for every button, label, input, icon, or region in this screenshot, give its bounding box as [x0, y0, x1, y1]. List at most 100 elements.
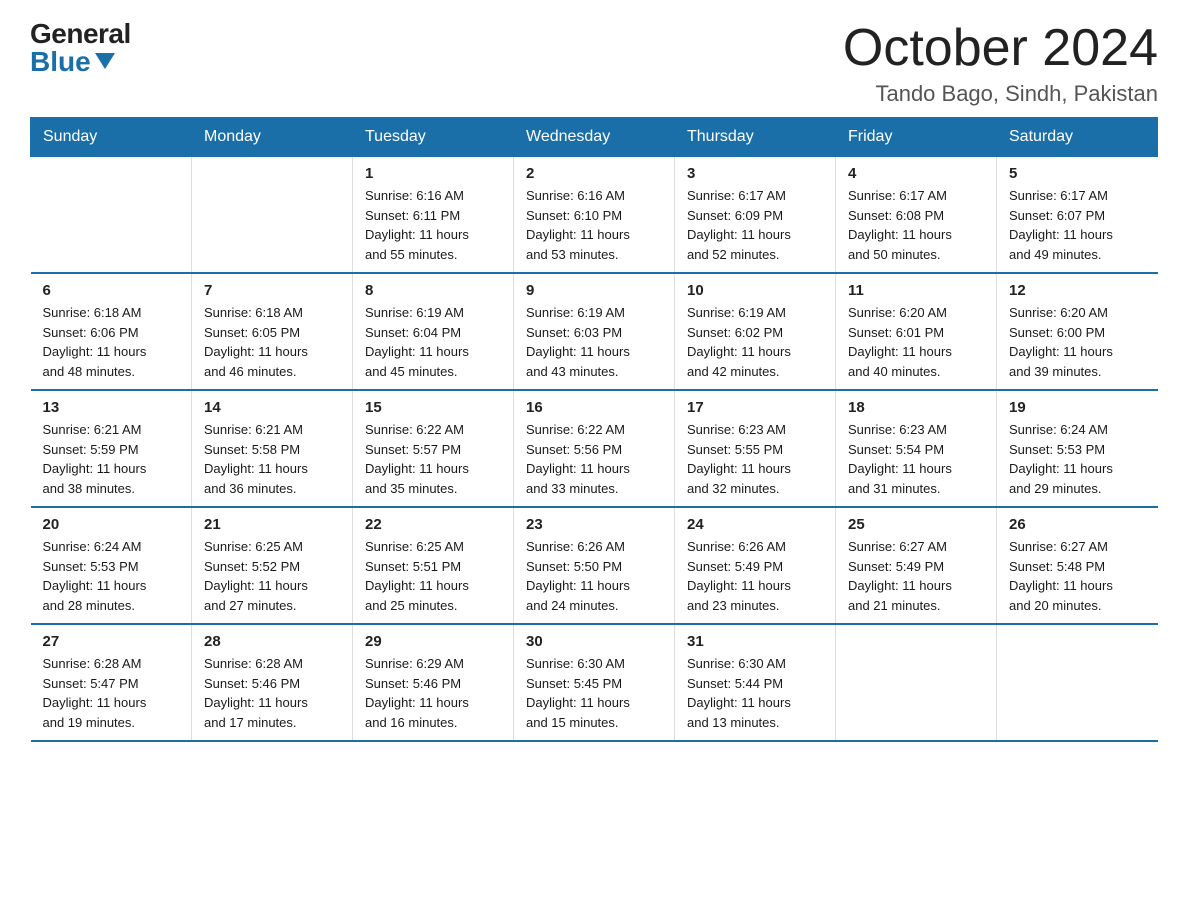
day-info: Sunrise: 6:30 AM Sunset: 5:44 PM Dayligh…: [687, 654, 823, 732]
page-title: October 2024: [843, 20, 1158, 77]
logo: General Blue: [30, 20, 131, 76]
day-info: Sunrise: 6:28 AM Sunset: 5:47 PM Dayligh…: [43, 654, 180, 732]
calendar-cell: [836, 624, 997, 741]
day-info: Sunrise: 6:24 AM Sunset: 5:53 PM Dayligh…: [1009, 420, 1146, 498]
day-number: 12: [1009, 282, 1146, 299]
day-info: Sunrise: 6:18 AM Sunset: 6:05 PM Dayligh…: [204, 303, 340, 381]
day-number: 23: [526, 516, 662, 533]
day-number: 17: [687, 399, 823, 416]
calendar-cell: 15 Sunrise: 6:22 AM Sunset: 5:57 PM Dayli…: [353, 390, 514, 507]
calendar-week-row: 27 Sunrise: 6:28 AM Sunset: 5:47 PM Dayli…: [31, 624, 1158, 741]
calendar-cell: 28 Sunrise: 6:28 AM Sunset: 5:46 PM Dayli…: [192, 624, 353, 741]
calendar-cell: 20 Sunrise: 6:24 AM Sunset: 5:53 PM Dayli…: [31, 507, 192, 624]
day-info: Sunrise: 6:23 AM Sunset: 5:55 PM Dayligh…: [687, 420, 823, 498]
calendar-cell: 11 Sunrise: 6:20 AM Sunset: 6:01 PM Dayli…: [836, 273, 997, 390]
day-info: Sunrise: 6:17 AM Sunset: 6:09 PM Dayligh…: [687, 186, 823, 264]
day-number: 7: [204, 282, 340, 299]
logo-blue-text: Blue: [30, 48, 115, 76]
day-number: 4: [848, 165, 984, 182]
calendar-week-row: 13 Sunrise: 6:21 AM Sunset: 5:59 PM Dayli…: [31, 390, 1158, 507]
day-number: 16: [526, 399, 662, 416]
calendar-cell: [997, 624, 1158, 741]
day-number: 22: [365, 516, 501, 533]
day-number: 1: [365, 165, 501, 182]
day-number: 11: [848, 282, 984, 299]
day-number: 21: [204, 516, 340, 533]
calendar-cell: 2 Sunrise: 6:16 AM Sunset: 6:10 PM Daylig…: [514, 157, 675, 274]
day-number: 26: [1009, 516, 1146, 533]
day-number: 30: [526, 633, 662, 650]
day-info: Sunrise: 6:23 AM Sunset: 5:54 PM Dayligh…: [848, 420, 984, 498]
day-info: Sunrise: 6:21 AM Sunset: 5:59 PM Dayligh…: [43, 420, 180, 498]
day-info: Sunrise: 6:26 AM Sunset: 5:49 PM Dayligh…: [687, 537, 823, 615]
logo-general-text: General: [30, 20, 131, 48]
column-header-thursday: Thursday: [675, 118, 836, 157]
column-header-tuesday: Tuesday: [353, 118, 514, 157]
day-info: Sunrise: 6:16 AM Sunset: 6:10 PM Dayligh…: [526, 186, 662, 264]
calendar-cell: 6 Sunrise: 6:18 AM Sunset: 6:06 PM Daylig…: [31, 273, 192, 390]
calendar-cell: 23 Sunrise: 6:26 AM Sunset: 5:50 PM Dayli…: [514, 507, 675, 624]
day-number: 25: [848, 516, 984, 533]
day-info: Sunrise: 6:18 AM Sunset: 6:06 PM Dayligh…: [43, 303, 180, 381]
day-number: 29: [365, 633, 501, 650]
column-header-sunday: Sunday: [31, 118, 192, 157]
calendar-cell: 19 Sunrise: 6:24 AM Sunset: 5:53 PM Dayli…: [997, 390, 1158, 507]
day-info: Sunrise: 6:28 AM Sunset: 5:46 PM Dayligh…: [204, 654, 340, 732]
calendar-cell: [192, 157, 353, 274]
calendar-cell: 8 Sunrise: 6:19 AM Sunset: 6:04 PM Daylig…: [353, 273, 514, 390]
calendar-week-row: 1 Sunrise: 6:16 AM Sunset: 6:11 PM Daylig…: [31, 157, 1158, 274]
calendar-cell: 1 Sunrise: 6:16 AM Sunset: 6:11 PM Daylig…: [353, 157, 514, 274]
calendar-cell: 3Sunrise: 6:17 AM Sunset: 6:09 PM Daylig…: [675, 157, 836, 274]
day-number: 20: [43, 516, 180, 533]
day-number: 27: [43, 633, 180, 650]
page-subtitle: Tando Bago, Sindh, Pakistan: [843, 81, 1158, 107]
column-header-saturday: Saturday: [997, 118, 1158, 157]
day-info: Sunrise: 6:21 AM Sunset: 5:58 PM Dayligh…: [204, 420, 340, 498]
calendar-cell: 14 Sunrise: 6:21 AM Sunset: 5:58 PM Dayli…: [192, 390, 353, 507]
calendar-cell: 31Sunrise: 6:30 AM Sunset: 5:44 PM Dayli…: [675, 624, 836, 741]
calendar-cell: 26Sunrise: 6:27 AM Sunset: 5:48 PM Dayli…: [997, 507, 1158, 624]
day-info: Sunrise: 6:25 AM Sunset: 5:52 PM Dayligh…: [204, 537, 340, 615]
calendar-cell: 12 Sunrise: 6:20 AM Sunset: 6:00 PM Dayli…: [997, 273, 1158, 390]
day-number: 9: [526, 282, 662, 299]
title-block: October 2024 Tando Bago, Sindh, Pakistan: [843, 20, 1158, 107]
day-number: 14: [204, 399, 340, 416]
day-info: Sunrise: 6:22 AM Sunset: 5:57 PM Dayligh…: [365, 420, 501, 498]
calendar-cell: 13 Sunrise: 6:21 AM Sunset: 5:59 PM Dayli…: [31, 390, 192, 507]
day-number: 13: [43, 399, 180, 416]
day-info: Sunrise: 6:25 AM Sunset: 5:51 PM Dayligh…: [365, 537, 501, 615]
calendar-cell: [31, 157, 192, 274]
day-info: Sunrise: 6:16 AM Sunset: 6:11 PM Dayligh…: [365, 186, 501, 264]
calendar-cell: 17 Sunrise: 6:23 AM Sunset: 5:55 PM Dayli…: [675, 390, 836, 507]
calendar-cell: 27 Sunrise: 6:28 AM Sunset: 5:47 PM Dayli…: [31, 624, 192, 741]
day-info: Sunrise: 6:29 AM Sunset: 5:46 PM Dayligh…: [365, 654, 501, 732]
day-number: 28: [204, 633, 340, 650]
logo-triangle-icon: [95, 53, 115, 69]
day-number: 15: [365, 399, 501, 416]
day-info: Sunrise: 6:27 AM Sunset: 5:49 PM Dayligh…: [848, 537, 984, 615]
day-info: Sunrise: 6:17 AM Sunset: 6:07 PM Dayligh…: [1009, 186, 1146, 264]
day-number: 8: [365, 282, 501, 299]
day-number: 18: [848, 399, 984, 416]
day-number: 10: [687, 282, 823, 299]
column-header-wednesday: Wednesday: [514, 118, 675, 157]
day-number: 6: [43, 282, 180, 299]
day-info: Sunrise: 6:19 AM Sunset: 6:04 PM Dayligh…: [365, 303, 501, 381]
day-info: Sunrise: 6:20 AM Sunset: 6:01 PM Dayligh…: [848, 303, 984, 381]
page-header: General Blue October 2024 Tando Bago, Si…: [30, 20, 1158, 107]
day-number: 5: [1009, 165, 1146, 182]
column-header-monday: Monday: [192, 118, 353, 157]
calendar-cell: 7 Sunrise: 6:18 AM Sunset: 6:05 PM Daylig…: [192, 273, 353, 390]
calendar-cell: 22 Sunrise: 6:25 AM Sunset: 5:51 PM Dayli…: [353, 507, 514, 624]
day-info: Sunrise: 6:20 AM Sunset: 6:00 PM Dayligh…: [1009, 303, 1146, 381]
calendar-cell: 4 Sunrise: 6:17 AM Sunset: 6:08 PM Daylig…: [836, 157, 997, 274]
day-number: 19: [1009, 399, 1146, 416]
day-info: Sunrise: 6:26 AM Sunset: 5:50 PM Dayligh…: [526, 537, 662, 615]
calendar-cell: 16Sunrise: 6:22 AM Sunset: 5:56 PM Dayli…: [514, 390, 675, 507]
day-info: Sunrise: 6:30 AM Sunset: 5:45 PM Dayligh…: [526, 654, 662, 732]
day-info: Sunrise: 6:24 AM Sunset: 5:53 PM Dayligh…: [43, 537, 180, 615]
day-number: 2: [526, 165, 662, 182]
calendar-week-row: 6 Sunrise: 6:18 AM Sunset: 6:06 PM Daylig…: [31, 273, 1158, 390]
day-info: Sunrise: 6:19 AM Sunset: 6:02 PM Dayligh…: [687, 303, 823, 381]
day-info: Sunrise: 6:17 AM Sunset: 6:08 PM Dayligh…: [848, 186, 984, 264]
